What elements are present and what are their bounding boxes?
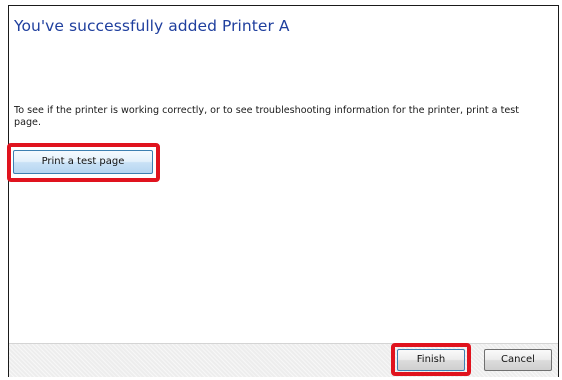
instruction-text: To see if the printer is working correct…	[14, 105, 520, 128]
finish-button[interactable]: Finish	[397, 349, 465, 371]
add-printer-dialog	[8, 5, 559, 377]
dialog-footer	[9, 343, 558, 377]
page-title: You've successfully added Printer A	[14, 17, 290, 35]
print-test-page-button[interactable]: Print a test page	[13, 150, 153, 174]
cancel-button[interactable]: Cancel	[484, 349, 552, 371]
